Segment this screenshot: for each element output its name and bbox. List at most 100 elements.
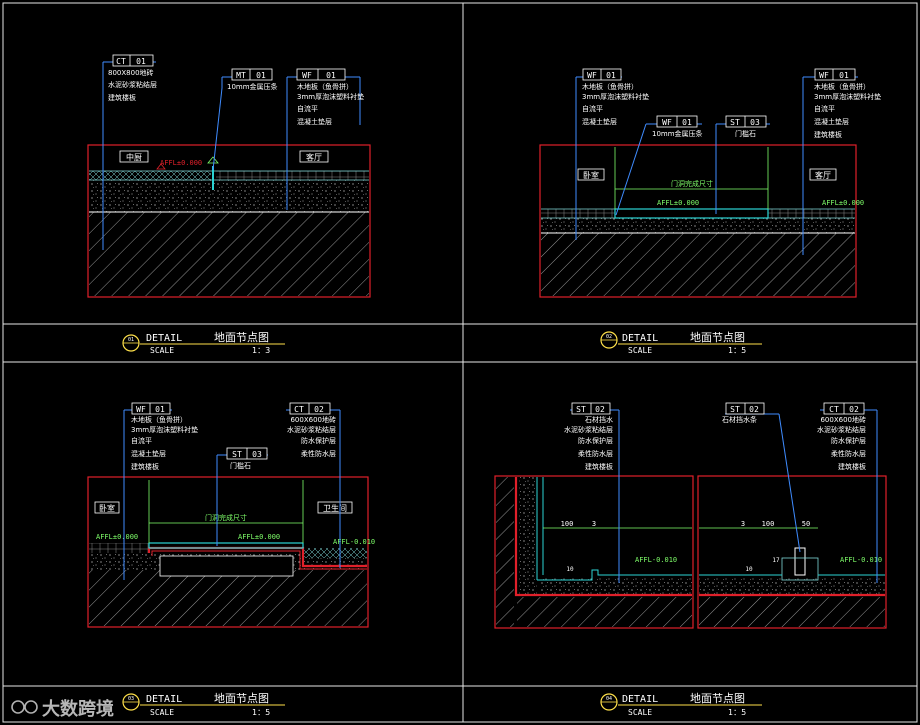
tag-note: 门槛石 xyxy=(230,461,251,470)
tag-note: 自流平 xyxy=(297,104,318,113)
tag-note: 水泥砂浆粘结层 xyxy=(108,80,157,89)
tag-num: 02 xyxy=(849,405,859,414)
detail-title: 地面节点图 xyxy=(214,692,269,705)
tag-note: 水泥砂浆粘结层 xyxy=(564,425,613,434)
tag-code: WF xyxy=(662,118,672,127)
tag-note: 自流平 xyxy=(814,104,835,113)
tag-num: 01 xyxy=(155,405,165,414)
tag-num: 01 xyxy=(256,71,266,80)
dimension-value: 100 xyxy=(561,520,574,528)
tag-code: CT xyxy=(829,405,839,414)
level-marker: AFFL±0.000 xyxy=(238,533,280,541)
tag-note: 建筑楼板 xyxy=(585,462,613,471)
detail-panel-04: 100 3 3 100 50 10 17 10 AFFL-0.010 AFFL-… xyxy=(494,402,887,717)
tag-code: ST xyxy=(576,405,586,414)
watermark: 大数跨境 xyxy=(11,698,114,720)
tag-num: 02 xyxy=(749,405,759,414)
dimension-value: 100 xyxy=(762,520,775,528)
tag-note: 门槛石 xyxy=(735,129,756,138)
room-label-left: 卧室 xyxy=(583,170,599,180)
level-marker: AFFL±0.000 xyxy=(822,199,864,207)
tag-note: 建筑楼板 xyxy=(814,130,842,139)
tag-note: 水泥砂浆粘结层 xyxy=(287,425,336,434)
dimension-label: 门洞完成尺寸 xyxy=(671,179,713,188)
dimension-value: 3 xyxy=(592,520,596,528)
tag-note: 柔性防水层 xyxy=(578,449,613,458)
scale-value: 1：5 xyxy=(252,708,270,717)
scale-value: 1：5 xyxy=(728,346,746,355)
tag-note: 3mm厚泡沫塑料衬垫 xyxy=(297,92,364,101)
tag-note: 木地板（鱼骨拼） xyxy=(814,82,870,91)
tag-num: 02 xyxy=(314,405,324,414)
room-label-right: 客厅 xyxy=(815,170,831,180)
tag-note: 混凝土垫层 xyxy=(297,117,332,126)
watermark-text: 大数跨境 xyxy=(42,698,114,720)
level-marker: AFFL±0.000 xyxy=(160,159,202,167)
tag-note: 木地板（鱼骨拼） xyxy=(131,415,187,424)
tag-note: 建筑楼板 xyxy=(838,462,866,471)
dimension-value: 50 xyxy=(802,520,810,528)
tag-code: ST xyxy=(232,450,242,459)
scale-value: 1：5 xyxy=(728,708,746,717)
tag-note: 木地板（鱼骨拼） xyxy=(582,82,638,91)
scale-label: SCALE xyxy=(150,708,174,717)
detail-panel-01: 中厨 客厅 AFFL±0.000 CT 01 800X800地砖 水泥砂浆粘结层… xyxy=(87,54,371,355)
tag-note: 3mm厚泡沫塑料衬垫 xyxy=(131,425,198,434)
level-marker: AFFL±0.000 xyxy=(96,533,138,541)
detail-panel-02: 门洞完成尺寸 卧室 客厅 AFFL±0.000 AFFL±0.000 WF 01… xyxy=(539,68,881,355)
tag-num: 01 xyxy=(682,118,692,127)
tag-note: 3mm厚泡沫塑料衬垫 xyxy=(814,92,881,101)
level-marker: AFFL±0.000 xyxy=(657,199,699,207)
detail-number: 01 xyxy=(128,337,134,343)
scale-label: SCALE xyxy=(628,708,652,717)
dimension-value: 10 xyxy=(745,566,753,573)
tag-note: 混凝土垫层 xyxy=(131,449,166,458)
room-label-right: 客厅 xyxy=(306,152,322,162)
tag-num: 01 xyxy=(839,71,849,80)
tag-note: 600X600地砖 xyxy=(290,415,336,424)
scale-label: SCALE xyxy=(628,346,652,355)
tag-note: 防水保护层 xyxy=(578,436,613,445)
tag-code: CT xyxy=(294,405,304,414)
room-label-left: 中厨 xyxy=(126,152,142,162)
detail-title: 地面节点图 xyxy=(214,331,269,344)
tag-note: 600X600地砖 xyxy=(820,415,866,424)
detail-number: 03 xyxy=(128,696,134,702)
detail-title: 地面节点图 xyxy=(690,692,745,705)
tag-code: CT xyxy=(116,57,126,66)
tag-num: 02 xyxy=(595,405,605,414)
detail-number: 04 xyxy=(606,696,612,702)
tag-code: ST xyxy=(730,405,740,414)
tag-note: 防水保护层 xyxy=(831,436,866,445)
level-marker: AFFL-0.010 xyxy=(840,556,882,564)
dimension-value: 17 xyxy=(772,557,780,564)
tag-code: WF xyxy=(819,71,829,80)
tag-num: 01 xyxy=(136,57,146,66)
cad-drawing-canvas: 中厨 客厅 AFFL±0.000 CT 01 800X800地砖 水泥砂浆粘结层… xyxy=(2,2,918,723)
tag-note: 防水保护层 xyxy=(301,436,336,445)
tag-code: MT xyxy=(236,71,246,80)
tag-num: 03 xyxy=(750,118,760,127)
tag-code: WF xyxy=(302,71,312,80)
scale-value: 1：3 xyxy=(252,346,270,355)
room-label-right: 卫生间 xyxy=(323,503,347,513)
tag-code: WF xyxy=(136,405,146,414)
tag-note: 3mm厚泡沫塑料衬垫 xyxy=(582,92,649,101)
tag-note: 柔性防水层 xyxy=(301,449,336,458)
watermark-logo-icon xyxy=(11,700,25,714)
detail-title: 地面节点图 xyxy=(690,331,745,344)
tag-note: 800X800地砖 xyxy=(108,68,154,77)
tag-note: 混凝土垫层 xyxy=(814,117,849,126)
level-marker: AFFL-0.010 xyxy=(333,538,375,546)
room-label-left: 卧室 xyxy=(99,503,115,513)
level-marker: AFFL-0.010 xyxy=(635,556,677,564)
tag-note: 水泥砂浆粘结层 xyxy=(817,425,866,434)
detail-number: 02 xyxy=(606,334,612,340)
tag-note: 混凝土垫层 xyxy=(582,117,617,126)
dimension-value: 3 xyxy=(741,520,745,528)
tag-note: 建筑楼板 xyxy=(131,462,159,471)
detail-label: DETAIL xyxy=(146,694,182,705)
tag-code: WF xyxy=(587,71,597,80)
dimension-label: 门洞完成尺寸 xyxy=(205,513,247,522)
tag-num: 01 xyxy=(326,71,336,80)
